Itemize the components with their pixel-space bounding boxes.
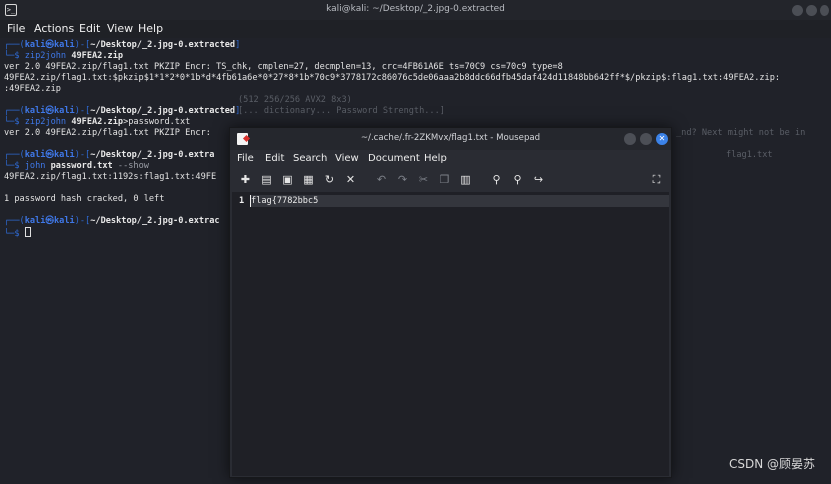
- text-editor-area[interactable]: 1 flag{7782bbc5: [232, 192, 669, 476]
- open-icon[interactable]: ▤: [260, 173, 273, 186]
- command-line[interactable]: └─$: [4, 227, 31, 240]
- mousepad-window-title: ~/.cache/.fr-2ZKMvx/flag1.txt - Mousepad: [360, 133, 541, 143]
- prompt-line: ┌──(kali㉿kali)-[~/Desktop/_2.jpg-0.extra…: [4, 40, 241, 50]
- text-caret: [250, 195, 251, 207]
- menu-edit[interactable]: Edit: [79, 22, 100, 35]
- menu-help[interactable]: Help: [138, 22, 163, 35]
- mousepad-minimize-button[interactable]: [624, 133, 636, 145]
- save-as-icon[interactable]: ▦: [302, 173, 315, 186]
- menu-view[interactable]: View: [107, 22, 133, 35]
- menu-actions[interactable]: Actions: [34, 22, 74, 35]
- save-icon[interactable]: ▣: [281, 173, 294, 186]
- faded-text: (512 256/256 AVX2 8x3): [238, 95, 352, 105]
- find-replace-icon[interactable]: ⚲: [511, 173, 524, 186]
- line-number: 1: [239, 196, 245, 206]
- mp-menu-search[interactable]: Search: [293, 153, 327, 164]
- output-line: 1 password hash cracked, 0 left: [4, 194, 165, 204]
- csdn-watermark: CSDN @顾晏苏: [728, 457, 815, 471]
- command-line: └─$ zip2john 49FEA2.zip: [4, 51, 124, 61]
- fullscreen-icon[interactable]: ⛶: [650, 173, 663, 186]
- mp-menu-file[interactable]: File: [237, 153, 254, 164]
- close-document-icon[interactable]: ✕: [344, 173, 357, 186]
- output-line: 49FEA2.zip/flag1.txt:$pkzip$1*1*2*0*1b*d…: [4, 73, 781, 83]
- paste-icon[interactable]: ▥: [459, 173, 472, 186]
- terminal-menubar: File Actions Edit View Help: [0, 20, 831, 38]
- output-line: :49FEA2.zip: [4, 84, 61, 94]
- command-line: └─$ john password.txt --show: [4, 161, 149, 171]
- go-to-line-icon[interactable]: ↪: [532, 173, 545, 186]
- minimize-button[interactable]: [792, 5, 803, 16]
- output-line: 49FEA2.zip/flag1.txt:1192s:flag1.txt:49F…: [4, 172, 217, 182]
- terminal-cursor: [24, 227, 31, 237]
- faded-text: _nd? Next might not be in: [676, 128, 806, 138]
- mousepad-maximize-button[interactable]: [640, 133, 652, 145]
- undo-icon[interactable]: ↶: [375, 173, 388, 186]
- output-line: ver 2.0 49FEA2.zip/flag1.txt PKZIP Encr:: [4, 128, 211, 138]
- maximize-button[interactable]: [806, 5, 817, 16]
- mousepad-window: ~/.cache/.fr-2ZKMvx/flag1.txt - Mousepad…: [229, 127, 672, 478]
- prompt-line: ┌──(kali㉿kali)-[~/Desktop/_2.jpg-0.extra…: [4, 106, 241, 116]
- menu-file[interactable]: File: [7, 22, 25, 35]
- new-document-icon[interactable]: ✚: [239, 173, 252, 186]
- mp-menu-document[interactable]: Document: [368, 153, 420, 164]
- mousepad-close-button[interactable]: ✕: [656, 133, 668, 145]
- mp-menu-help[interactable]: Help: [424, 153, 447, 164]
- copy-icon[interactable]: ❐: [438, 173, 451, 186]
- editor-text[interactable]: flag{7782bbc5: [251, 196, 318, 206]
- prompt-line: ┌──(kali㉿kali)-[~/Desktop/_2.jpg-0.extra: [4, 150, 215, 160]
- output-line: ver 2.0 49FEA2.zip/flag1.txt PKZIP Encr:…: [4, 62, 563, 72]
- close-button[interactable]: [820, 5, 829, 16]
- terminal-window-title: kali@kali: ~/Desktop/_2.jpg-0.extracted: [326, 4, 505, 14]
- mousepad-titlebar: ~/.cache/.fr-2ZKMvx/flag1.txt - Mousepad…: [230, 128, 671, 150]
- faded-text: flag1.txt: [726, 150, 773, 160]
- faded-text: [... dictionary... Password Strength...]: [238, 106, 445, 116]
- find-icon[interactable]: ⚲: [490, 173, 503, 186]
- redo-icon[interactable]: ↷: [396, 173, 409, 186]
- mp-menu-edit[interactable]: Edit: [265, 153, 284, 164]
- reload-icon[interactable]: ↻: [323, 173, 336, 186]
- mousepad-menubar: File Edit Search View Document Help: [230, 150, 671, 168]
- mousepad-toolbar: ✚ ▤ ▣ ▦ ↻ ✕ ↶ ↷ ✂ ❐ ▥ ⚲ ⚲ ↪ ⛶: [230, 168, 671, 192]
- command-line: └─$ zip2john 49FEA2.zip>password.txt: [4, 117, 191, 127]
- mp-menu-view[interactable]: View: [335, 153, 359, 164]
- prompt-line: ┌──(kali㉿kali)-[~/Desktop/_2.jpg-0.extra…: [4, 216, 220, 226]
- terminal-titlebar: >_ kali@kali: ~/Desktop/_2.jpg-0.extract…: [0, 0, 831, 20]
- cut-icon[interactable]: ✂: [417, 173, 430, 186]
